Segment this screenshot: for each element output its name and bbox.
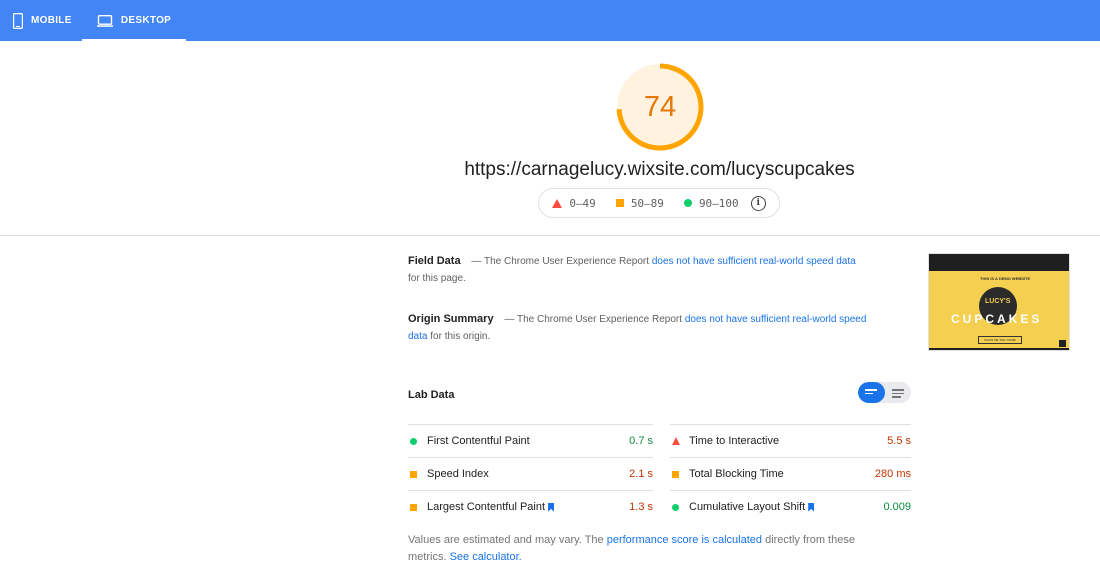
origin-summary-text-after: for this origin. [430, 331, 491, 342]
metric-value: 280 ms [874, 468, 911, 480]
legend-fail: 0–49 [552, 197, 596, 210]
tab-desktop[interactable]: DESKTOP [82, 0, 186, 41]
lab-data-note: Values are estimated and may vary. The p… [408, 532, 888, 566]
metric-value: 0.7 s [629, 435, 653, 447]
field-data-text-after: for this page. [408, 273, 466, 284]
smartphone-icon [13, 12, 23, 29]
fail-triangle-icon [672, 437, 686, 445]
metric-name-text: Speed Index [427, 468, 489, 480]
performance-score: 74 [643, 90, 677, 123]
chat-icon [1059, 340, 1066, 347]
metric-name: Total Blocking Time [689, 468, 875, 480]
page-screenshot-thumbnail: THIS IS A DEMO WEBSITE LUCY'S CUPCAKES S… [928, 253, 1070, 351]
tested-url: https://carnagelucy.wixsite.com/lucyscup… [464, 159, 855, 180]
field-data-link[interactable]: does not have sufficient real-world spee… [652, 256, 856, 267]
expanded-view-button[interactable] [885, 382, 911, 403]
average-square-icon [410, 470, 424, 478]
average-square-icon [615, 199, 624, 207]
lab-data-heading: Lab Data [408, 389, 455, 401]
origin-summary-heading: Origin Summary [408, 313, 494, 325]
fail-triangle-icon [552, 198, 563, 208]
tab-mobile[interactable]: MOBILE [7, 0, 78, 41]
average-square-icon [410, 503, 424, 511]
legend-average: 50–89 [615, 196, 664, 210]
thumbnail-logo-text: LUCY'S [985, 298, 1011, 305]
metric-value: 0.009 [883, 501, 911, 513]
metric-time-to-interactive: Time to Interactive 5.5 s [670, 424, 911, 457]
metrics-view-toggle [858, 382, 911, 403]
legend-fail-label: 0–49 [569, 196, 596, 210]
metric-total-blocking-time: Total Blocking Time 280 ms [670, 457, 911, 490]
metric-name: Largest Contentful Paint [427, 501, 629, 513]
metric-name-text: Time to Interactive [689, 435, 780, 447]
metric-name-text: First Contentful Paint [427, 435, 530, 447]
section-divider [0, 235, 1100, 236]
metric-name-text: Total Blocking Time [689, 468, 784, 480]
thumbnail-footer [929, 348, 1069, 350]
pass-circle-icon [410, 437, 424, 445]
metric-name: Time to Interactive [689, 435, 887, 447]
thumbnail-button: SHOW ME THE YUMM! [978, 336, 1022, 344]
origin-summary-text: The Chrome User Experience Report [516, 314, 683, 325]
legend-pass: 90–100 [683, 196, 739, 210]
legend-pass-label: 90–100 [698, 196, 739, 210]
metric-value: 1.3 s [629, 501, 653, 513]
legend-average-label: 50–89 [630, 196, 664, 210]
origin-summary-section: Origin Summary — The Chrome User Experie… [408, 311, 868, 345]
expanded-view-icon [892, 389, 904, 400]
performance-score-link[interactable]: performance score is calculated [607, 534, 762, 546]
score-legend: 0–49 50–89 90–100 i [538, 188, 780, 218]
info-icon[interactable]: i [750, 195, 766, 211]
thumbnail-title: CUPCAKES [951, 312, 1043, 326]
metric-cumulative-layout-shift: Cumulative Layout Shift 0.009 [670, 490, 911, 523]
metric-value: 2.1 s [629, 468, 653, 480]
metric-name-text: Largest Contentful Paint [427, 501, 546, 513]
metric-name: First Contentful Paint [427, 435, 629, 447]
field-data-heading: Field Data [408, 255, 461, 267]
core-web-vital-bookmark-icon [548, 502, 555, 512]
average-square-icon [672, 470, 686, 478]
active-tab-indicator [82, 39, 186, 41]
compact-view-button[interactable] [858, 382, 885, 403]
see-calculator-link[interactable]: See calculator. [450, 551, 522, 563]
metric-value: 5.5 s [887, 435, 911, 447]
origin-summary-dash: — [504, 314, 515, 325]
tab-mobile-label: MOBILE [31, 15, 72, 26]
compact-view-icon [865, 389, 877, 396]
field-data-text: The Chrome User Experience Report [483, 256, 650, 267]
field-data-section: Field Data — The Chrome User Experience … [408, 253, 868, 287]
metric-speed-index: Speed Index 2.1 s [408, 457, 653, 490]
thumbnail-banner: THIS IS A DEMO WEBSITE [980, 276, 1031, 281]
note-text: Values are estimated and may vary. The [408, 534, 604, 546]
top-bar: MOBILE DESKTOP [0, 0, 1100, 41]
tab-desktop-label: DESKTOP [120, 15, 172, 26]
pass-circle-icon [683, 199, 692, 207]
metric-name: Cumulative Layout Shift [689, 501, 883, 513]
metric-first-contentful-paint: First Contentful Paint 0.7 s [408, 424, 653, 457]
metric-name: Speed Index [427, 468, 629, 480]
metric-largest-contentful-paint: Largest Contentful Paint 1.3 s [408, 490, 653, 523]
thumbnail-nav [929, 254, 1069, 271]
metric-name-text: Cumulative Layout Shift [689, 501, 806, 513]
desktop-icon [96, 14, 113, 27]
pass-circle-icon [672, 503, 686, 511]
core-web-vital-bookmark-icon [808, 502, 815, 512]
field-data-dash: — [471, 256, 482, 267]
